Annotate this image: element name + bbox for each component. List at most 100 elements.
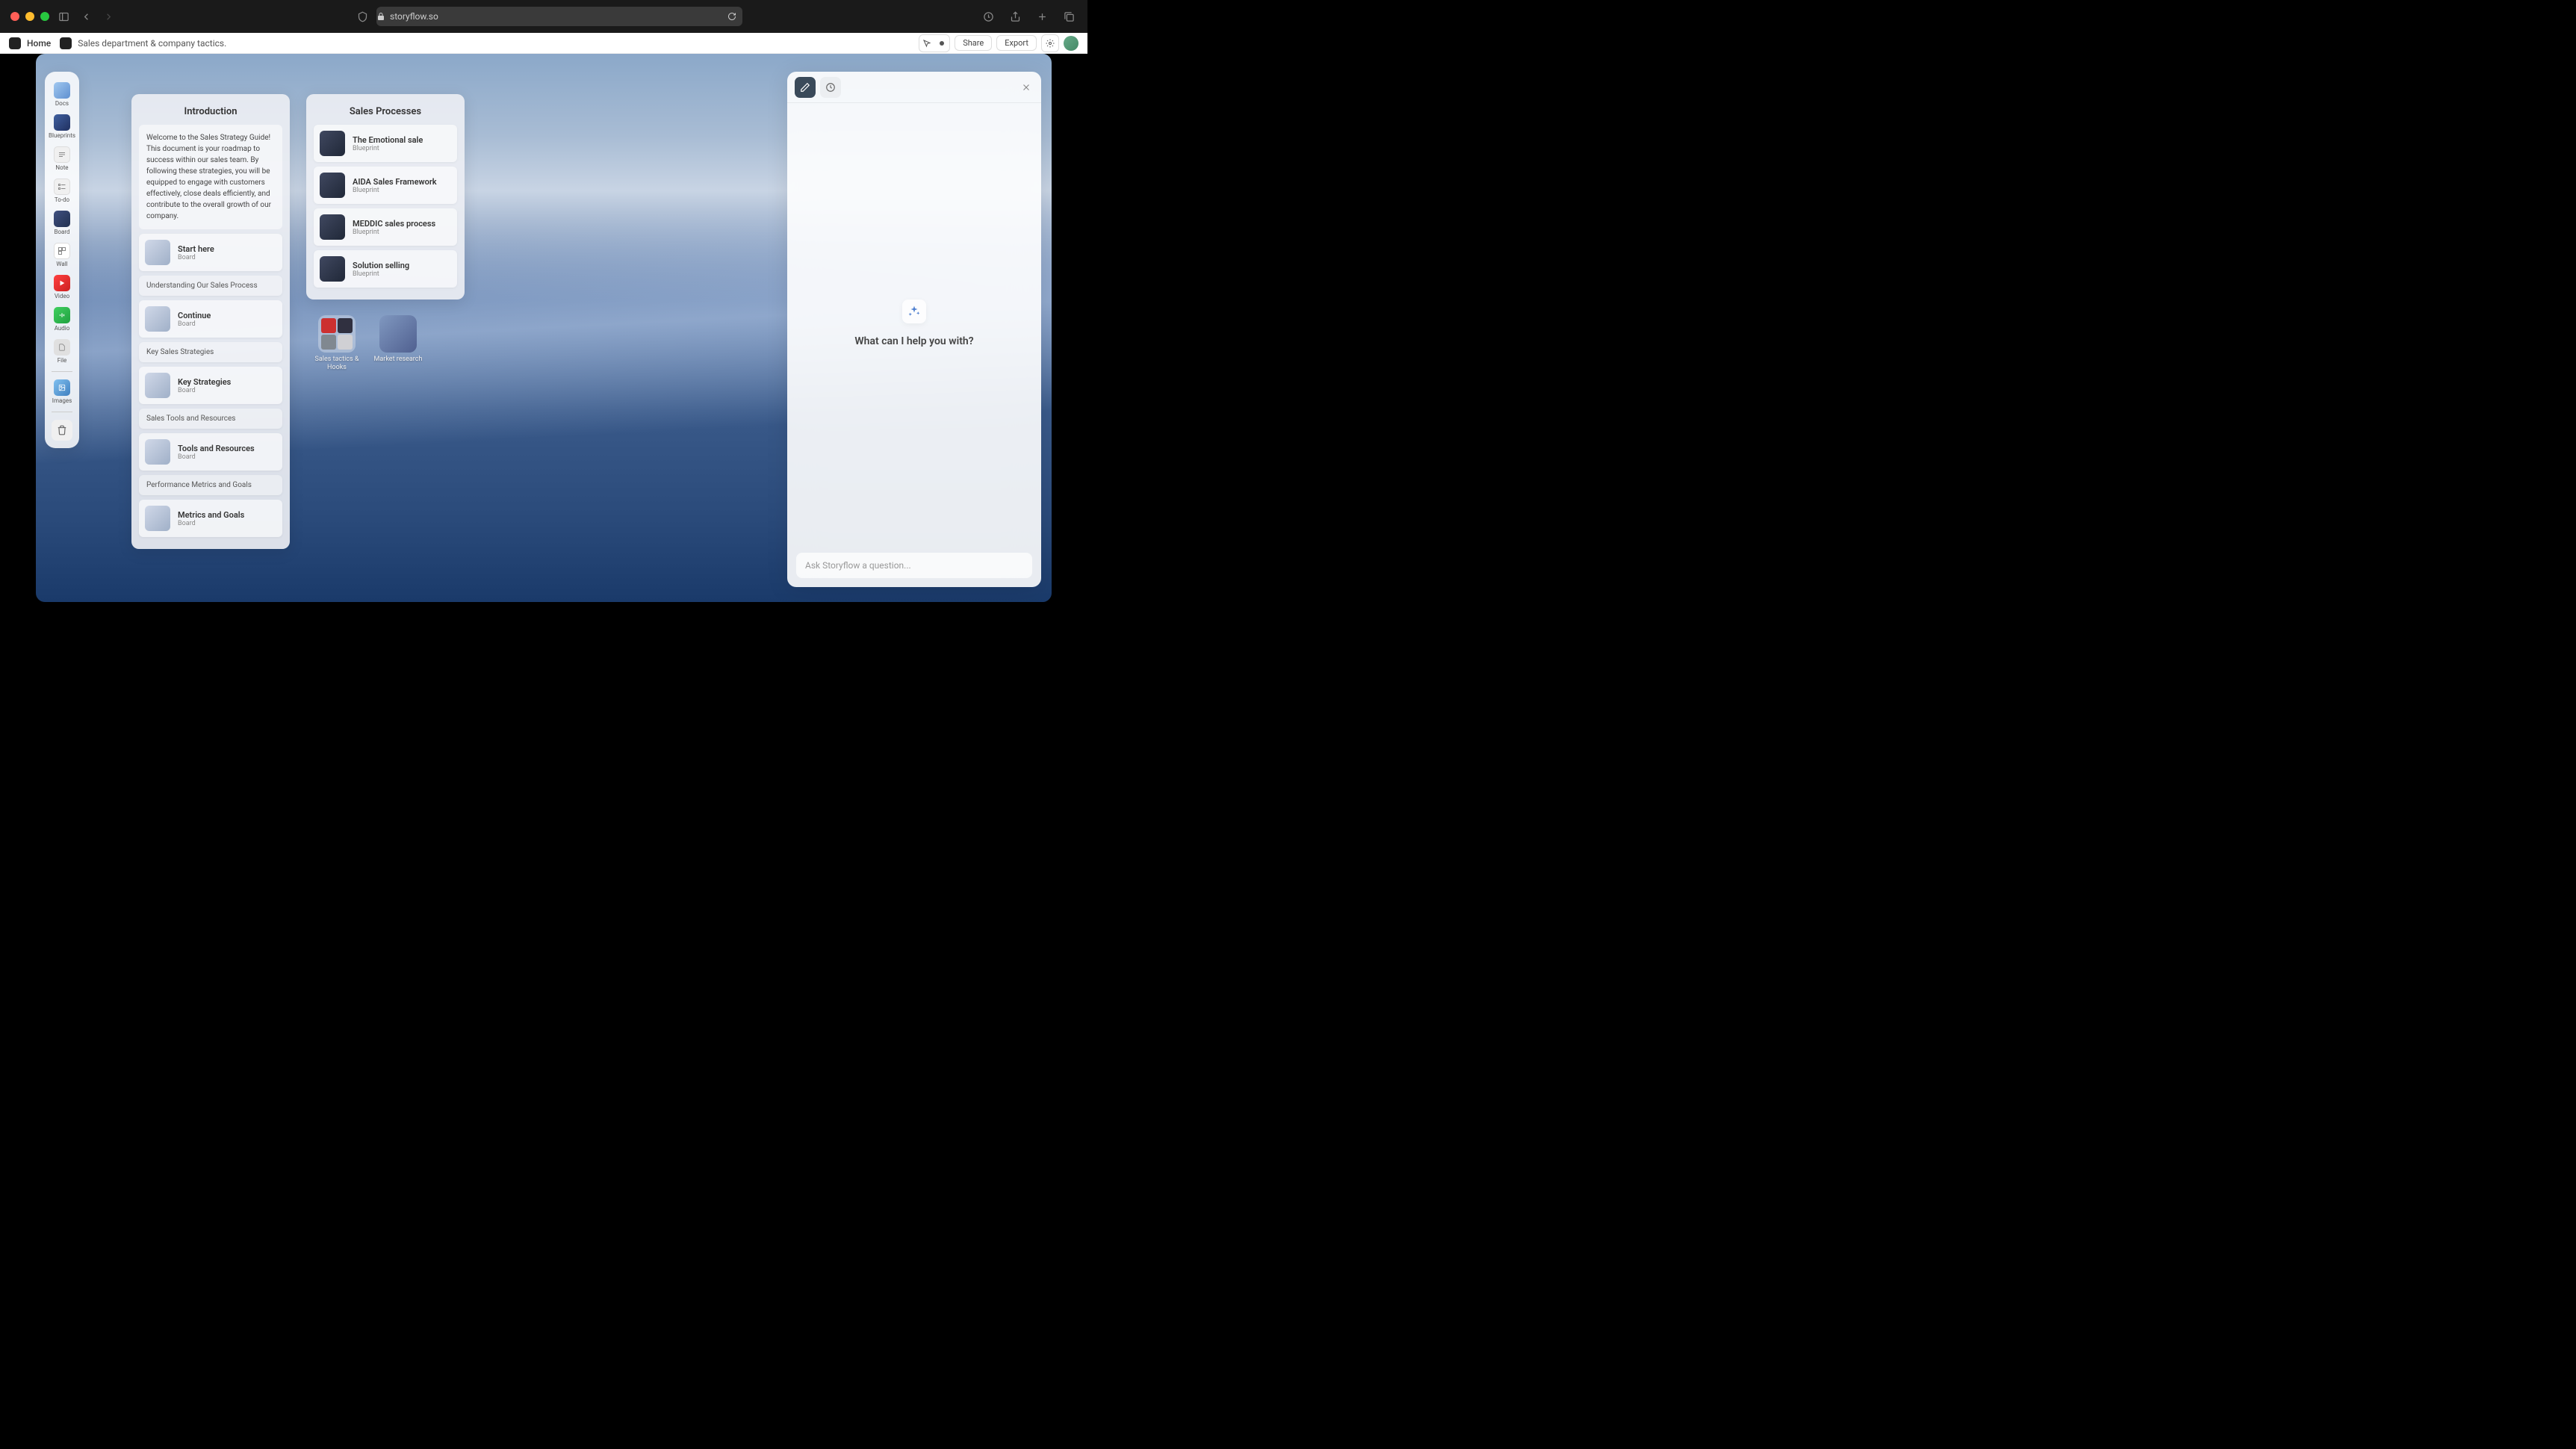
lock-icon <box>376 12 385 21</box>
doc-icon <box>60 37 72 49</box>
sidebar-item-blueprints[interactable]: Blueprints <box>48 111 76 142</box>
heading-text: Sales Tools and Resources <box>146 415 235 423</box>
sidebar-item-file[interactable]: File <box>48 336 76 367</box>
sidebar-label: To-do <box>55 196 69 203</box>
folder-sales-tactics[interactable]: Sales tactics & Hooks <box>311 315 363 372</box>
blueprint-item[interactable]: MEDDIC sales process Blueprint <box>314 208 457 246</box>
user-avatar[interactable] <box>1064 36 1078 51</box>
folder-market-research[interactable]: Market research <box>372 315 424 364</box>
blueprint-item[interactable]: AIDA Sales Framework Blueprint <box>314 167 457 204</box>
browser-chrome: storyflow.so <box>0 0 1087 33</box>
section-heading[interactable]: Key Sales Strategies <box>139 342 282 362</box>
sidebar-label: Board <box>54 229 69 235</box>
section-heading[interactable]: Sales Tools and Resources <box>139 409 282 429</box>
item-thumb <box>145 306 170 332</box>
breadcrumb[interactable]: Sales department & company tactics. <box>78 38 226 49</box>
item-info: Key Strategies Board <box>178 377 231 394</box>
reload-icon[interactable] <box>727 12 736 21</box>
mode-switcher[interactable] <box>919 34 950 52</box>
note-icon <box>54 146 70 163</box>
downloads-icon[interactable] <box>980 8 996 25</box>
wall-icon <box>54 243 70 259</box>
ai-panel: What can I help you with? <box>787 72 1041 587</box>
section-heading[interactable]: Performance Metrics and Goals <box>139 475 282 495</box>
board-icon <box>54 211 70 227</box>
sidebar-label: Blueprints <box>49 132 75 139</box>
back-button[interactable] <box>78 8 94 25</box>
blueprint-item[interactable]: The Emotional sale Blueprint <box>314 125 457 162</box>
audio-icon <box>54 307 70 323</box>
new-tab-icon[interactable] <box>1034 8 1050 25</box>
shield-icon[interactable] <box>354 8 370 25</box>
ai-question-input[interactable] <box>796 553 1032 578</box>
minimize-window[interactable] <box>25 12 34 21</box>
folder-label: Sales tactics & Hooks <box>311 356 363 372</box>
folder-label: Market research <box>374 356 423 364</box>
item-thumb <box>145 373 170 398</box>
card-title: Introduction <box>139 102 282 125</box>
heading-text: Understanding Our Sales Process <box>146 282 258 290</box>
item-subtitle: Blueprint <box>353 187 437 194</box>
sidebar-item-wall[interactable]: Wall <box>48 240 76 270</box>
section-heading[interactable]: Understanding Our Sales Process <box>139 276 282 296</box>
folder-icon <box>379 315 417 353</box>
app-logo-icon[interactable] <box>9 37 21 49</box>
sidebar-item-docs[interactable]: Docs <box>48 79 76 110</box>
sidebar-item-todo[interactable]: To-do <box>48 176 76 206</box>
canvas-viewport[interactable]: Docs Blueprints Note To-do Board Wall Vi… <box>36 54 1052 602</box>
sidebar-item-note[interactable]: Note <box>48 143 76 174</box>
export-button[interactable]: Export <box>996 35 1037 51</box>
item-title: Metrics and Goals <box>178 510 244 520</box>
close-panel-button[interactable] <box>1019 80 1034 95</box>
item-title: The Emotional sale <box>353 135 423 145</box>
item-info: MEDDIC sales process Blueprint <box>353 219 435 236</box>
app-header: Home Sales department & company tactics.… <box>0 33 1087 54</box>
ai-input-container <box>787 544 1041 587</box>
trash-button[interactable] <box>52 420 72 441</box>
ai-panel-body: What can I help you with? <box>787 103 1041 544</box>
introduction-card[interactable]: Introduction Welcome to the Sales Strate… <box>131 94 290 549</box>
processes-card[interactable]: Sales Processes The Emotional sale Bluep… <box>306 94 465 300</box>
item-subtitle: Blueprint <box>353 270 409 278</box>
ai-prompt-text: What can I help you with? <box>854 335 973 347</box>
close-window[interactable] <box>10 12 19 21</box>
board-item[interactable]: Start here Board <box>139 234 282 271</box>
cursor-mode-icon[interactable] <box>919 35 934 52</box>
url-bar[interactable]: storyflow.so <box>376 7 742 26</box>
record-mode-icon[interactable] <box>934 35 949 52</box>
tabs-icon[interactable] <box>1061 8 1077 25</box>
sidebar-item-board[interactable]: Board <box>48 208 76 238</box>
sidebar-toggle-icon[interactable] <box>55 8 72 25</box>
item-title: Key Strategies <box>178 377 231 387</box>
traffic-lights <box>10 12 49 21</box>
maximize-window[interactable] <box>40 12 49 21</box>
heading-text: Key Sales Strategies <box>146 348 214 356</box>
sidebar-item-audio[interactable]: Audio <box>48 304 76 335</box>
board-item[interactable]: Continue Board <box>139 300 282 338</box>
docs-icon <box>54 82 70 99</box>
item-thumb <box>145 506 170 531</box>
sidebar-label: Audio <box>55 325 70 332</box>
share-icon[interactable] <box>1007 8 1023 25</box>
item-thumb <box>320 256 345 282</box>
item-title: Tools and Resources <box>178 444 255 453</box>
blueprints-icon <box>54 114 70 131</box>
item-info: Start here Board <box>178 244 214 261</box>
heading-text: Performance Metrics and Goals <box>146 481 252 489</box>
item-subtitle: Board <box>178 520 244 527</box>
share-button[interactable]: Share <box>955 35 992 51</box>
sidebar-item-video[interactable]: Video <box>48 272 76 302</box>
home-link[interactable]: Home <box>27 38 51 49</box>
blueprint-item[interactable]: Solution selling Blueprint <box>314 250 457 288</box>
board-item[interactable]: Metrics and Goals Board <box>139 500 282 537</box>
ai-tab-edit[interactable] <box>795 77 816 98</box>
forward-button[interactable] <box>100 8 117 25</box>
sidebar-label: Video <box>55 293 69 300</box>
ai-tab-history[interactable] <box>820 77 841 98</box>
board-item[interactable]: Key Strategies Board <box>139 367 282 404</box>
sidebar-label: Images <box>52 397 72 404</box>
board-item[interactable]: Tools and Resources Board <box>139 433 282 471</box>
settings-button[interactable] <box>1041 34 1059 52</box>
sidebar-item-images[interactable]: Images <box>48 376 76 407</box>
images-icon <box>54 379 70 396</box>
